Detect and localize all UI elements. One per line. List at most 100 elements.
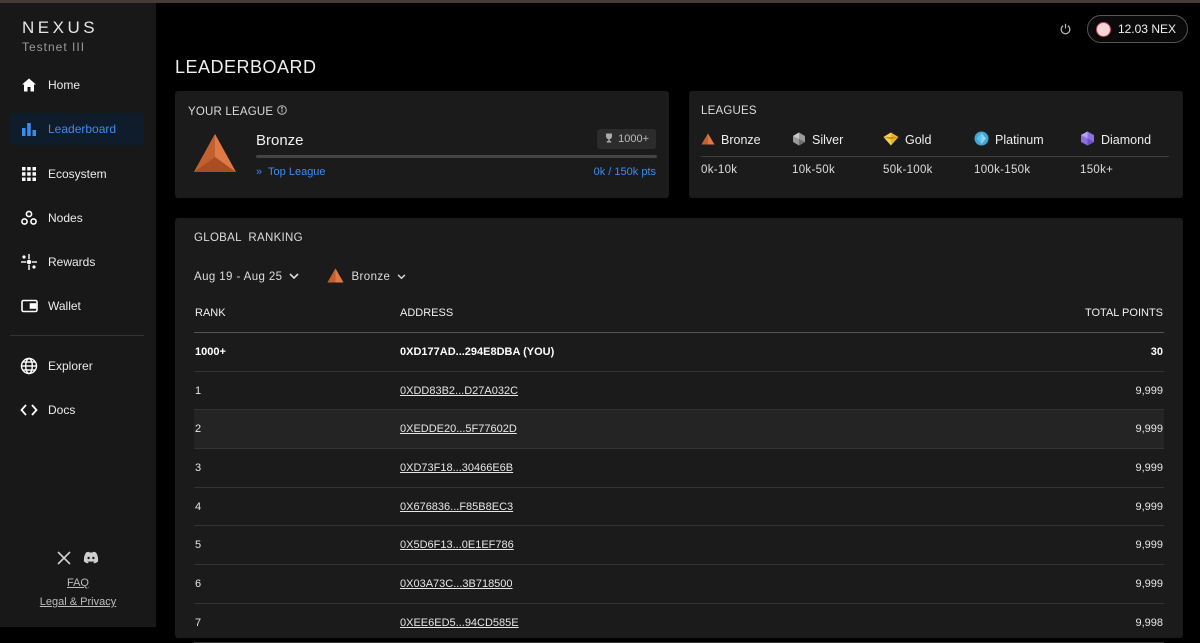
- global-ranking-card: GLOBAL RANKING Aug 19 - Aug 25 Bronze RA…: [175, 218, 1183, 643]
- sidebar-item-label: Rewards: [48, 255, 96, 270]
- table-header: RANK ADDRESS TOTAL POINTS: [194, 294, 1164, 333]
- sidebar-item-rewards[interactable]: Rewards: [10, 246, 144, 278]
- bar-chart-icon: [20, 120, 38, 138]
- table-row: 5 0X5D6F13...0E1EF786 9,999: [194, 526, 1164, 566]
- column-header-rank[interactable]: RANK: [194, 307, 400, 319]
- top-accent-line: [0, 0, 1200, 3]
- sidebar-item-leaderboard[interactable]: Leaderboard: [10, 113, 144, 146]
- globe-icon: [20, 357, 38, 375]
- points-cell: 9,999: [1135, 461, 1163, 474]
- bronze-icon: [701, 133, 715, 148]
- sidebar-item-docs[interactable]: Docs: [10, 394, 144, 426]
- sparkle-icon: [20, 253, 38, 271]
- rank-cell: 4: [195, 500, 202, 513]
- league-dropdown[interactable]: Bronze: [327, 268, 406, 286]
- league-progress-bar: [256, 155, 657, 158]
- sidebar-item-nodes[interactable]: Nodes: [10, 202, 144, 234]
- grid-icon: [20, 165, 38, 183]
- league-platinum: Platinum: [974, 131, 1080, 149]
- global-ranking-label: GLOBAL RANKING: [194, 232, 303, 244]
- trophy-icon: [604, 133, 614, 146]
- sidebar-item-label: Ecosystem: [48, 166, 107, 181]
- points-cell: 9,999: [1135, 500, 1163, 513]
- power-icon[interactable]: [1059, 22, 1073, 36]
- rank-cell: 5: [195, 539, 202, 552]
- address-cell: 0XD177AD...294E8DBA (YOU): [400, 345, 555, 358]
- avatar: [1095, 21, 1111, 37]
- sidebar-item-label: Docs: [48, 403, 76, 418]
- address-link[interactable]: 0XEDDE20...5F77602D: [400, 423, 517, 435]
- chevron-down-icon: [397, 271, 406, 283]
- platinum-icon: [974, 131, 989, 149]
- ranking-table: RANK ADDRESS TOTAL POINTS 1000+ 0XD177AD…: [194, 294, 1164, 643]
- faq-link[interactable]: FAQ: [0, 577, 156, 589]
- date-range-value: Aug 19 - Aug 25: [194, 271, 283, 283]
- x-twitter-icon[interactable]: [57, 551, 71, 570]
- wallet-balance: 12.03 NEX: [1117, 22, 1176, 36]
- brand-name: NEXUS: [22, 18, 99, 37]
- league-range-diamond: 150k+: [1080, 164, 1114, 176]
- points-cell: 9,999: [1135, 577, 1163, 590]
- sidebar-nav: Home Leaderboard Ecosystem Nodes Rewards: [10, 69, 144, 438]
- wallet-balance-button[interactable]: 12.03 NEX: [1086, 15, 1188, 43]
- your-league-heading: YOUR LEAGUE: [188, 105, 288, 118]
- address-link[interactable]: 0X676836...F85B8EC3: [400, 501, 513, 513]
- address-link[interactable]: 0XDD83B2...D27A032C: [400, 385, 518, 397]
- sidebar-item-label: Nodes: [48, 210, 83, 225]
- date-range-dropdown[interactable]: Aug 19 - Aug 25: [194, 271, 300, 283]
- column-header-address[interactable]: ADDRESS: [400, 307, 1024, 319]
- address-link[interactable]: 0X03A73C...3B718500: [400, 578, 513, 590]
- home-icon: [20, 76, 38, 94]
- ranking-filters: Aug 19 - Aug 25 Bronze: [194, 268, 406, 286]
- sidebar-item-explorer[interactable]: Explorer: [10, 350, 144, 382]
- brand: NEXUS Testnet III: [22, 18, 98, 54]
- league-name: Silver: [812, 133, 844, 147]
- table-row: 6 0X03A73C...3B718500 9,999: [194, 565, 1164, 604]
- sidebar-item-ecosystem[interactable]: Ecosystem: [10, 158, 144, 190]
- table-row: 7 0XEE6ED5...94CD585E 9,998: [194, 604, 1164, 643]
- rank-cell: 6: [195, 577, 202, 590]
- top-league-label: Top League: [268, 166, 326, 178]
- sidebar-item-label: Leaderboard: [48, 122, 117, 137]
- column-header-total-points[interactable]: TOTAL POINTS: [1024, 307, 1164, 319]
- league-name: Bronze: [256, 132, 304, 149]
- league-range-silver: 10k-50k: [792, 164, 836, 176]
- points-cell: 30: [1150, 345, 1163, 358]
- silver-icon: [792, 132, 806, 149]
- your-league-card: YOUR LEAGUE Bronze 1000+ » Top League 0k…: [175, 91, 669, 198]
- brand-subtitle: Testnet III: [22, 40, 86, 54]
- league-diamond: Diamond: [1080, 131, 1169, 149]
- league-name: Platinum: [995, 133, 1044, 147]
- legal-privacy-link[interactable]: Legal & Privacy: [0, 596, 156, 608]
- sidebar-item-home[interactable]: Home: [10, 69, 144, 101]
- address-link[interactable]: 0X5D6F13...0E1EF786: [400, 539, 514, 551]
- top-league-link[interactable]: » Top League: [256, 166, 326, 178]
- leagues-ranges-row: 0k-10k 10k-50k 50k-100k 100k-150k 150k+: [701, 164, 1169, 176]
- address-link[interactable]: 0XD73F18...30466E6B: [400, 462, 513, 474]
- info-icon[interactable]: [277, 105, 288, 118]
- page-title: LEADERBOARD: [175, 57, 317, 77]
- sidebar-item-wallet[interactable]: Wallet: [10, 290, 144, 322]
- bronze-icon: [327, 268, 344, 286]
- rank-value: 1000+: [618, 133, 649, 145]
- discord-icon[interactable]: [83, 551, 99, 570]
- table-row: 4 0X676836...F85B8EC3 9,999: [194, 488, 1164, 527]
- double-chevron-right-icon: »: [256, 166, 263, 178]
- bronze-league-icon: [193, 133, 237, 178]
- code-icon: [20, 401, 38, 419]
- leagues-label: LEAGUES: [701, 105, 757, 117]
- league-range-gold: 50k-100k: [883, 164, 933, 176]
- gold-icon: [883, 132, 899, 149]
- league-range-bronze: 0k-10k: [701, 164, 738, 176]
- nodes-icon: [20, 209, 38, 227]
- points-cell: 9,999: [1135, 539, 1163, 552]
- league-name: Gold: [905, 133, 932, 147]
- table-row: 2 0XEDDE20...5F77602D 9,999: [194, 410, 1164, 450]
- sidebar-item-label: Explorer: [48, 358, 93, 373]
- league-bronze: Bronze: [701, 131, 792, 149]
- points-cell: 9,999: [1135, 423, 1163, 436]
- league-name: Bronze: [721, 133, 761, 147]
- sidebar-footer: FAQ Legal & Privacy: [0, 551, 156, 608]
- sidebar-divider: [10, 334, 144, 336]
- league-dropdown-value: Bronze: [351, 271, 391, 283]
